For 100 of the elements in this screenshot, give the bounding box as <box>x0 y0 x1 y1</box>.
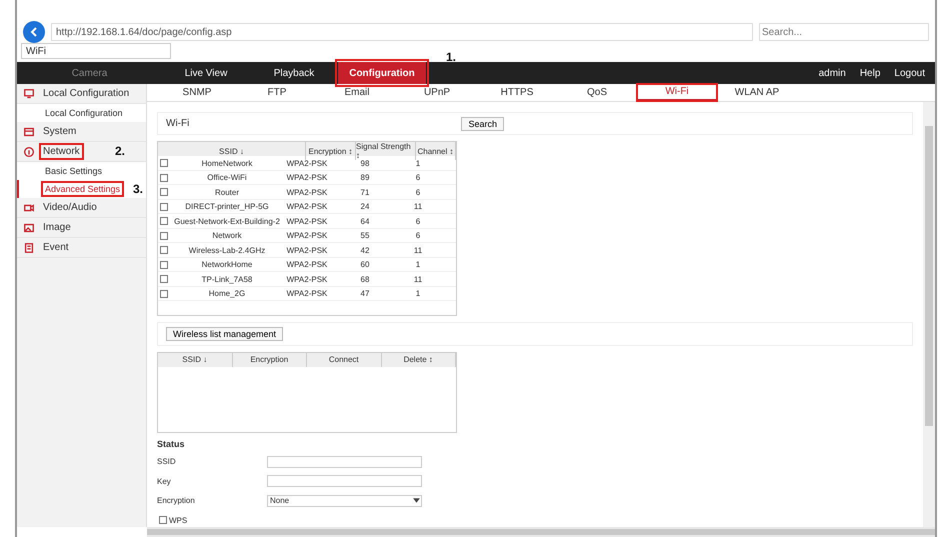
table-cell-text: Wireless-Lab-2.4GHz <box>188 244 266 257</box>
table-cell-text: 24 <box>360 201 370 214</box>
table-cell-text: WPA2-PSK <box>286 259 328 272</box>
select-field[interactable]: None <box>267 494 422 507</box>
section-icon <box>23 222 35 234</box>
table-cell-text: Network <box>211 230 243 242</box>
checkbox[interactable] <box>159 516 167 524</box>
tab[interactable]: Email <box>317 84 397 101</box>
table-cell-text: 42 <box>360 244 370 257</box>
nav-item[interactable]: Live View <box>162 62 250 84</box>
table-cell-text: 11 <box>412 201 424 214</box>
section-label: Wi-Fi <box>166 118 190 130</box>
browser-tab[interactable]: WiFi <box>21 43 171 59</box>
table-cell-text: 1 <box>414 158 422 170</box>
list-management-button[interactable]: Wireless list management <box>166 326 284 341</box>
table-cell-text: WPA2-PSK <box>286 216 328 228</box>
column-header[interactable]: Encryption <box>232 352 307 367</box>
tab[interactable]: Wi-Fi <box>637 84 717 101</box>
address-bar[interactable]: http://192.168.1.64/doc/page/config.asp <box>51 23 753 41</box>
tab[interactable]: UPnP <box>397 84 477 101</box>
nav-item[interactable]: Playback <box>250 62 338 84</box>
table-cell-text: 98 <box>360 158 370 170</box>
table-cell-text: 47 <box>360 288 370 300</box>
tab[interactable]: WLAN AP <box>717 84 797 101</box>
table-cell-text: 1 <box>414 288 422 300</box>
tab[interactable]: FTP <box>237 84 317 101</box>
section-icon <box>23 126 35 138</box>
field-label: Key <box>157 476 172 486</box>
table-cell-text: 68 <box>360 274 370 286</box>
checkbox[interactable] <box>160 260 168 269</box>
checkbox-label: WPS <box>169 516 188 525</box>
input-field[interactable] <box>267 456 422 468</box>
back-icon[interactable] <box>23 21 45 43</box>
table-cell-text: TP-Link_7A58 <box>200 274 254 286</box>
table-cell-text: Router <box>214 186 240 199</box>
scrollbar[interactable] <box>147 527 935 537</box>
section-icon <box>23 242 35 254</box>
column-header[interactable]: Channel ↕ <box>416 142 456 160</box>
checkbox[interactable] <box>160 174 168 182</box>
user-link[interactable]: Help <box>860 68 880 78</box>
table-cell-text: 55 <box>360 230 370 242</box>
sidebar-item[interactable]: Advanced Settings <box>43 183 122 195</box>
checkbox[interactable] <box>160 290 168 298</box>
brand-name: Camera <box>70 68 108 78</box>
section-icon <box>23 146 35 158</box>
field-label: SSID <box>157 457 177 466</box>
field-label: Encryption <box>157 496 196 506</box>
sidebar-section[interactable]: Image <box>41 221 73 234</box>
table-cell-text: WPA2-PSK <box>286 288 328 300</box>
table-cell-text: WPA2-PSK <box>286 158 328 170</box>
user-link[interactable]: admin <box>818 68 846 78</box>
sidebar-section[interactable]: Network <box>41 145 82 158</box>
table-cell-text: Home_2G <box>208 288 246 300</box>
table-cell-text: 11 <box>412 244 424 257</box>
input-field[interactable] <box>267 475 422 488</box>
scrollbar[interactable] <box>923 102 935 527</box>
tab[interactable]: QoS <box>557 84 637 101</box>
table-cell-text: 1 <box>414 259 422 272</box>
user-link[interactable]: Logout <box>894 68 925 78</box>
sidebar-section[interactable]: System <box>41 125 78 138</box>
table-cell-text: WPA2-PSK <box>286 172 328 184</box>
table-cell-text: 11 <box>412 274 424 286</box>
table-cell-text: HomeNetwork <box>200 158 254 170</box>
column-header[interactable]: Delete ↕ <box>382 352 456 367</box>
sidebar-section[interactable]: Local Configuration <box>41 87 132 100</box>
annotation-number: 2. <box>115 144 126 158</box>
table-cell-text: WPA2-PSK <box>286 186 328 199</box>
column-header[interactable]: Connect <box>307 352 382 367</box>
checkbox[interactable] <box>160 246 168 254</box>
checkbox[interactable] <box>160 232 168 240</box>
checkbox[interactable] <box>160 202 168 211</box>
checkbox[interactable] <box>160 275 168 284</box>
table-cell-text: NetworkHome <box>200 259 254 272</box>
sidebar-section[interactable]: Event <box>41 241 71 254</box>
column-header[interactable]: SSID ↓ <box>158 352 232 367</box>
annotation-number: 3. <box>133 182 144 196</box>
table-cell-text: WPA2-PSK <box>286 201 328 214</box>
form-title: Status <box>157 438 186 449</box>
column-header[interactable]: Encryption ↕ <box>306 142 356 160</box>
column-header[interactable]: Signal Strength ↕ <box>356 142 416 160</box>
table-cell-text: WPA2-PSK <box>286 244 328 257</box>
table-cell-text: WPA2-PSK <box>286 274 328 286</box>
table-cell-text: WPA2-PSK <box>286 230 328 242</box>
search-button[interactable]: Search <box>461 116 504 131</box>
table-cell-text: DIRECT-printer_HP-5G <box>184 201 270 214</box>
table-cell-text: 71 <box>360 186 370 199</box>
table-cell-text: 64 <box>360 216 370 228</box>
checkbox[interactable] <box>160 217 168 226</box>
table-cell-text: 89 <box>360 172 370 184</box>
tab[interactable]: HTTPS <box>477 84 557 101</box>
checkbox[interactable] <box>160 159 168 168</box>
checkbox[interactable] <box>160 188 168 196</box>
sidebar-section[interactable]: Video/Audio <box>41 201 99 214</box>
table-cell-text: 6 <box>414 230 422 242</box>
table-cell-text: 6 <box>414 172 422 184</box>
search-field[interactable]: Search... <box>759 23 929 41</box>
caret-icon <box>412 496 421 506</box>
tab[interactable]: SNMP <box>157 84 237 101</box>
section-icon <box>23 88 35 100</box>
table-cell-text: Guest-Network-Ext-Building-2 <box>173 216 281 228</box>
